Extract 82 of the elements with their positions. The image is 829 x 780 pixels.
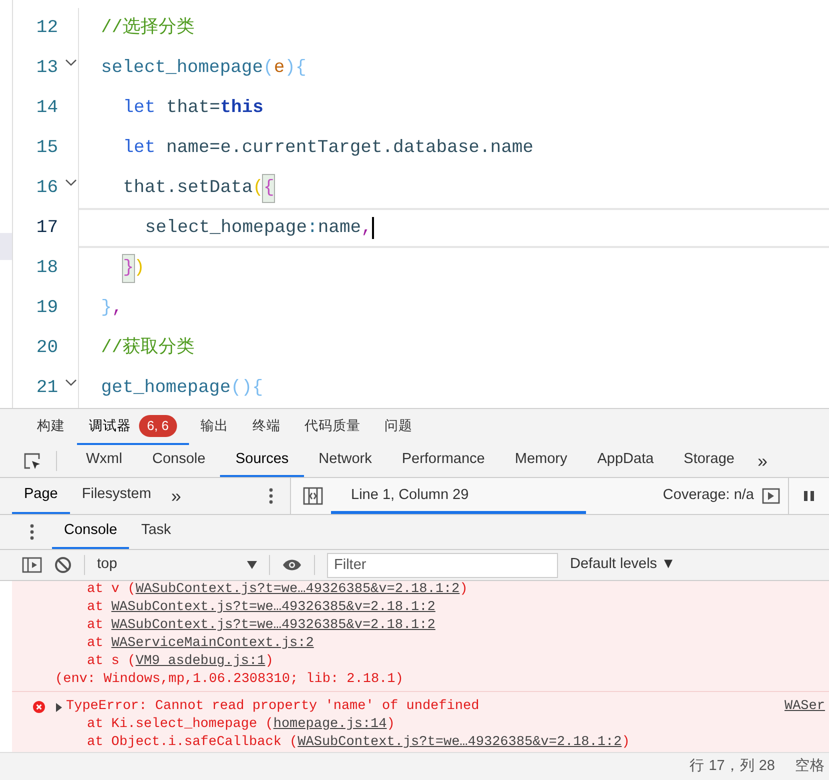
inspect-cursor-icon[interactable]	[22, 451, 42, 471]
tab[interactable]: Filesystem	[70, 478, 164, 514]
error-count-badge: 6, 6	[139, 415, 177, 437]
stack-frame: at WAServiceMainContext.js:2	[12, 635, 829, 653]
stack-frame: at v (WASubContext.js?t=we…49326385&v=2.18.1:2)	[12, 581, 829, 599]
pause-icon[interactable]	[803, 490, 815, 502]
code-line: select_homepage:name,	[79, 208, 829, 248]
line-number: 17	[35, 216, 58, 240]
indentation-status[interactable]: 空格	[795, 756, 825, 778]
code-line: get_homepage(){	[100, 376, 264, 400]
tab[interactable]: Task	[129, 515, 184, 549]
fold-chevron-icon[interactable]	[65, 59, 77, 67]
cursor-position-status: 行 17，列 28	[690, 756, 775, 776]
tab[interactable]: 问题	[372, 409, 425, 445]
tab[interactable]: Console	[52, 515, 130, 549]
coverage-status: Coverage: n/a	[662, 486, 754, 506]
code-line: select_homepage(e){	[100, 56, 308, 80]
line-number: 12	[35, 16, 58, 40]
tab[interactable]: 终端	[240, 409, 293, 445]
cursor-position: Line 1, Column 29	[331, 478, 586, 514]
stack-frame: at WASubContext.js?t=we…49326385&v=2.18.1:2	[12, 617, 829, 635]
tab[interactable]: Console	[137, 445, 220, 477]
text-cursor	[372, 217, 374, 239]
fold-chevron-icon[interactable]	[65, 379, 77, 387]
line-number: 18	[35, 256, 58, 280]
code-line: let name=e.currentTarget.database.name	[122, 136, 534, 160]
line-number: 13	[35, 56, 58, 80]
sidebar-toggle-icon[interactable]	[22, 557, 42, 573]
tab[interactable]: Performance	[386, 445, 500, 477]
expand-triangle-icon[interactable]	[55, 702, 63, 712]
code-line: })	[79, 248, 829, 288]
line-number: 21	[35, 376, 58, 400]
more-tabs-button[interactable]: »	[749, 448, 776, 474]
tab[interactable]: Storage	[668, 445, 750, 477]
line-number: 16	[35, 176, 58, 200]
tab[interactable]: Memory	[500, 445, 582, 477]
eye-icon[interactable]	[282, 558, 302, 572]
source-link[interactable]: WASer	[784, 696, 825, 718]
more-options-icon[interactable]	[30, 524, 34, 540]
stack-frame: at Ki.select_homepage (homepage.js:14)	[12, 716, 829, 734]
more-tabs-button[interactable]: »	[163, 482, 190, 510]
file-link[interactable]: homepage.js:14	[273, 717, 387, 732]
more-options-icon[interactable]	[269, 488, 273, 504]
tab[interactable]: Wxml	[71, 445, 138, 477]
file-link[interactable]: WASubContext.js?t=we…49326385&v=2.18.1:2	[298, 735, 622, 750]
line-number: 15	[35, 136, 58, 160]
line-number: 19	[35, 296, 58, 320]
caret-icon	[247, 561, 257, 569]
file-link[interactable]: WAServiceMainContext.js:2	[111, 636, 314, 651]
clear-console-icon[interactable]	[54, 556, 72, 574]
gutter-marker	[0, 233, 12, 260]
file-link[interactable]: WASubContext.js?t=we…49326385&v=2.18.1:2	[111, 618, 436, 633]
file-link[interactable]: WASubContext.js?t=we…49326385&v=2.18.1:2	[136, 582, 460, 597]
tab[interactable]: 构建	[25, 409, 77, 445]
code-line: },	[100, 296, 124, 320]
code-line: //选择分类	[100, 16, 196, 40]
tab[interactable]: Network	[304, 445, 387, 477]
tab[interactable]: Page	[12, 478, 70, 514]
line-number: 20	[35, 336, 58, 360]
environment-note: (env: Windows,mp,1.06.2308310; lib: 2.18.1)	[54, 671, 404, 689]
tab[interactable]: Sources	[220, 445, 304, 477]
context-select[interactable]: top	[97, 554, 257, 576]
stack-frame: at s (VM9 asdebug.js:1)	[12, 653, 829, 671]
line-number: 14	[35, 96, 58, 120]
stack-frame: at WASubContext.js?t=we…49326385&v=2.18.1:2	[12, 599, 829, 617]
error-icon	[33, 701, 45, 713]
stack-frame: at Object.i.safeCallback (WASubContext.js?t=we…49326385&v=2.18.1:2)	[12, 734, 829, 752]
tab[interactable]: 调试器 6, 6	[77, 409, 189, 445]
tab[interactable]: 代码质量	[292, 409, 373, 445]
file-link[interactable]: VM9 asdebug.js:1	[136, 654, 266, 669]
toggle-navigator-icon[interactable]	[303, 487, 323, 505]
error-message: TypeError: Cannot read property 'name' of undefined	[66, 698, 480, 716]
code-line: that.setData({	[79, 168, 829, 208]
code-line: //获取分类	[100, 336, 196, 360]
play-panel-icon[interactable]	[762, 488, 780, 504]
tab[interactable]: AppData	[582, 445, 669, 477]
tab[interactable]: 输出	[188, 409, 241, 445]
filter-field[interactable]: Filter	[327, 552, 558, 578]
code-line: let that=this	[122, 96, 264, 120]
file-link[interactable]: WASubContext.js?t=we…49326385&v=2.18.1:2	[111, 600, 436, 615]
log-levels-dropdown[interactable]: Default levels ▼	[570, 554, 676, 576]
fold-chevron-icon[interactable]	[65, 179, 77, 187]
